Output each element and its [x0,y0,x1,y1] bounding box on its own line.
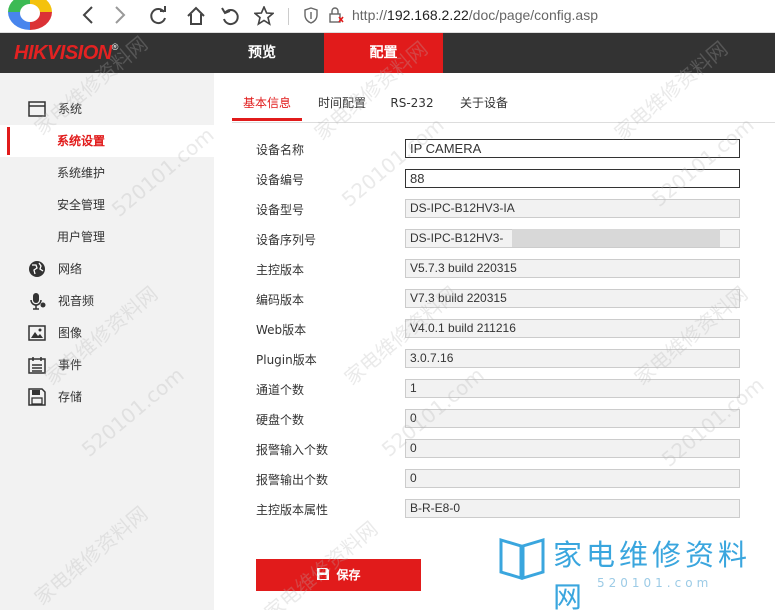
tab-rs232[interactable]: RS-232 [386,88,438,121]
sidebar-item-system-settings[interactable]: 系统设置 [0,125,214,157]
encoding-version-field: V7.3 build 220315 [405,289,740,308]
alarm-output-count-field: 0 [405,469,740,488]
calendar-icon [28,357,46,374]
reload-icon[interactable] [146,4,170,28]
channel-count-field: 1 [405,379,740,398]
url-host: 192.168.2.22 [387,7,469,23]
device-model-label: 设备型号 [256,203,305,217]
alarm-input-count-label: 报警输入个数 [256,443,329,457]
image-icon [28,325,46,341]
web-version-label: Web版本 [256,323,307,337]
sidebar-item-label: 用户管理 [57,230,106,244]
config-tabs: 基本信息 时间配置 RS-232 关于设备 [232,88,775,122]
address-bar[interactable]: http://192.168.2.22/doc/page/config.asp [352,7,598,23]
save-icon [28,388,46,406]
device-name-input[interactable]: IP CAMERA [405,139,740,158]
sidebar-item-label: 存储 [58,390,83,404]
shield-icon[interactable] [304,7,318,27]
sidebar-item-event[interactable]: 事件 [0,349,214,381]
sidebar-item-image[interactable]: 图像 [0,317,214,349]
firmware-attribute-label: 主控版本属性 [256,503,329,517]
hikvision-logo: HIKVISION® [14,42,118,65]
disk-count-label: 硬盘个数 [256,413,305,427]
watermark-text: 520101.com [646,112,759,212]
sidebar-item-label: 系统 [58,102,83,116]
favorite-star-icon[interactable] [252,4,276,28]
sidebar-item-label: 安全管理 [57,198,106,212]
tab-config[interactable]: 配置 [324,33,443,73]
sidebar-item-network[interactable]: 网络 [0,253,214,285]
sidebar-item-security[interactable]: 安全管理 [0,189,214,221]
sidebar-item-users[interactable]: 用户管理 [0,221,214,253]
device-number-label: 设备编号 [256,173,305,187]
serial-number-redaction [512,229,720,247]
firmware-attribute-field: B-R-E8-0 [405,499,740,518]
device-name-label: 设备名称 [256,143,305,157]
app-header: HIKVISION® 预览 配置 [0,33,775,73]
sidebar-item-storage[interactable]: 存储 [0,381,214,413]
insecure-connection-icon[interactable] [328,7,344,27]
forward-icon[interactable] [108,4,132,28]
tab-basic-info[interactable]: 基本信息 [232,88,302,121]
url-prefix: http:// [352,7,388,23]
watermark-logo: 家电维修资料网 520101.com [497,532,767,610]
globe-icon [29,261,45,277]
save-icon [317,568,330,580]
firmware-version-field: V5.7.3 build 220315 [405,259,740,278]
plugin-version-label: Plugin版本 [256,353,317,367]
sidebar-item-label: 事件 [58,358,83,372]
url-path: /doc/page/config.asp [468,7,598,23]
plugin-version-field: 3.0.7.16 [405,349,740,368]
disk-count-field: 0 [405,409,740,428]
tab-preview[interactable]: 预览 [214,33,310,73]
encoding-version-label: 编码版本 [256,293,305,307]
tabs-divider [232,122,775,123]
browser-toolbar: http://192.168.2.22/doc/page/config.asp [0,0,775,33]
microphone-icon [30,293,46,310]
watermark-site: 520101.com [597,576,713,590]
watermark-text: 520101.com [336,112,449,212]
sidebar-item-label: 系统维护 [57,166,106,180]
firmware-version-label: 主控版本 [256,263,305,277]
undo-icon[interactable] [218,4,242,28]
logo-text: HIKVISION [14,42,112,64]
sidebar-item-label: 图像 [58,326,83,340]
alarm-output-count-label: 报警输出个数 [256,473,329,487]
device-number-input[interactable]: 88 [405,169,740,188]
home-icon[interactable] [184,4,208,28]
serial-number-label: 设备序列号 [256,233,317,247]
sidebar-item-label: 视音频 [58,294,95,308]
save-label: 保存 [336,568,361,582]
sidebar-item-system[interactable]: 系统 [0,93,214,125]
sidebar-item-label: 网络 [58,262,83,276]
tab-time-config[interactable]: 时间配置 [312,88,372,121]
logo-registered-mark: ® [111,42,119,52]
channel-count-label: 通道个数 [256,383,305,397]
alarm-input-count-field: 0 [405,439,740,458]
device-model-field: DS-IPC-B12HV3-IA [405,199,740,218]
sidebar-item-system-maintenance[interactable]: 系统维护 [0,157,214,189]
sidebar-item-audio-video[interactable]: 视音频 [0,285,214,317]
tab-about-device[interactable]: 关于设备 [454,88,514,121]
sidebar: 系统 系统设置 系统维护 安全管理 用户管理 网络 视音频 图像 事件 存储 [0,73,214,610]
watermark-brand: 家电维修资料网 [553,538,752,610]
monitor-icon [28,101,46,117]
back-icon[interactable] [76,4,100,28]
web-version-field: V4.0.1 build 211216 [405,319,740,338]
sidebar-item-label: 系统设置 [57,134,106,148]
address-separator [288,8,289,25]
save-button[interactable]: 保存 [256,559,421,591]
book-icon [499,537,545,580]
browser-logo-icon [8,0,52,30]
